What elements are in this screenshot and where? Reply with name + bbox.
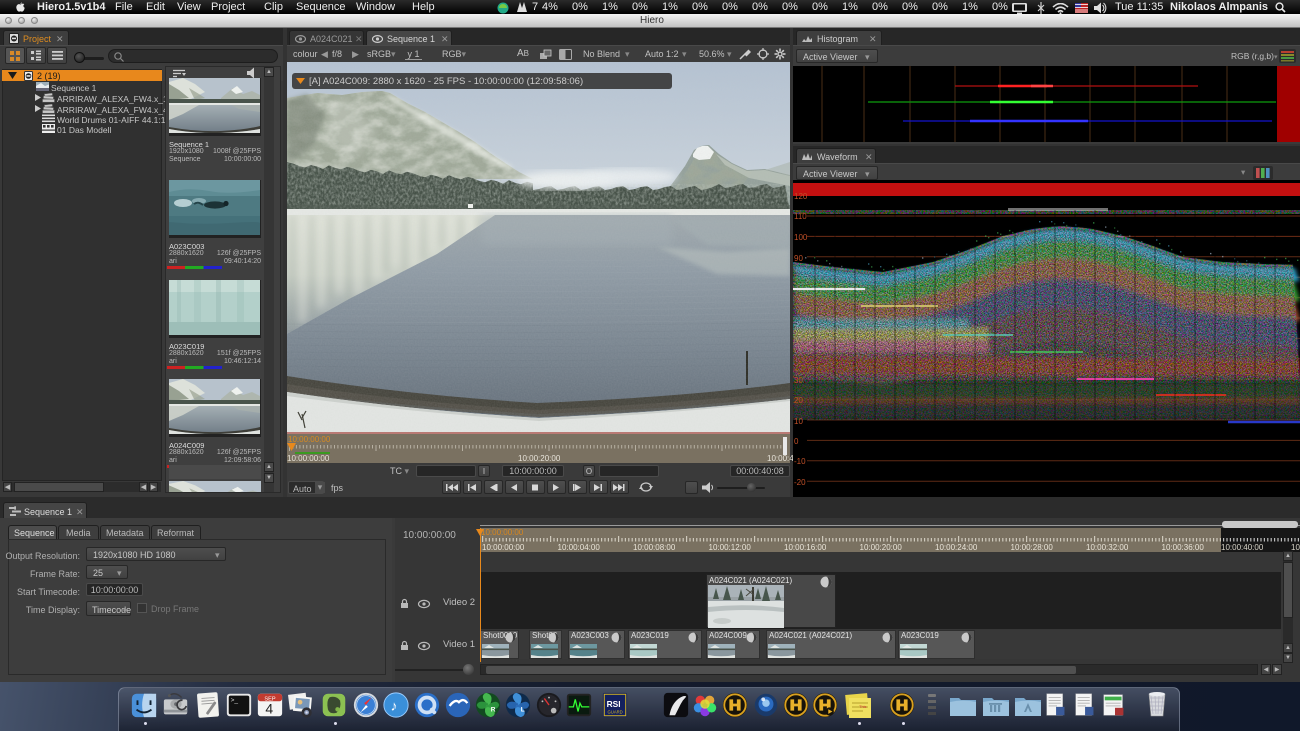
svg-text:10:00:04:00: 10:00:04:00 xyxy=(558,543,601,552)
svg-text:10:00:40:00: 10:00:40:00 xyxy=(1221,543,1264,552)
svg-text:90: 90 xyxy=(794,254,803,263)
svg-text:L: L xyxy=(521,707,525,714)
svg-text:10:00:00:00: 10:00:00:00 xyxy=(482,543,525,552)
svg-text:10:00:28:00: 10:00:28:00 xyxy=(1011,543,1054,552)
svg-text:♪: ♪ xyxy=(390,698,397,714)
svg-text:10:00:24:00: 10:00:24:00 xyxy=(935,543,978,552)
svg-text:10:00:08:00: 10:00:08:00 xyxy=(633,543,676,552)
svg-text:20: 20 xyxy=(794,396,803,405)
svg-text:RSI: RSI xyxy=(607,699,621,709)
svg-text:110: 110 xyxy=(794,212,807,221)
svg-text:0: 0 xyxy=(794,437,799,446)
svg-text:10:00:32:00: 10:00:32:00 xyxy=(1086,543,1129,552)
svg-text:4: 4 xyxy=(265,700,273,716)
svg-text:10:00:20:00: 10:00:20:00 xyxy=(860,543,903,552)
svg-text:120: 120 xyxy=(794,192,808,201)
svg-text:10:00:12:00: 10:00:12:00 xyxy=(709,543,752,552)
svg-text:-20: -20 xyxy=(794,478,806,487)
svg-text:10:00:16:00: 10:00:16:00 xyxy=(784,543,827,552)
svg-text:R: R xyxy=(491,707,496,714)
svg-text:30: 30 xyxy=(794,376,803,385)
svg-text:>_: >_ xyxy=(231,697,239,704)
svg-text:GUARD: GUARD xyxy=(608,709,623,714)
svg-text:10: 10 xyxy=(794,417,803,426)
svg-text:This: This xyxy=(859,704,867,709)
svg-text:10:00:36:00: 10:00:36:00 xyxy=(1162,543,1205,552)
svg-text:-10: -10 xyxy=(794,457,806,466)
svg-text:100: 100 xyxy=(794,233,808,242)
